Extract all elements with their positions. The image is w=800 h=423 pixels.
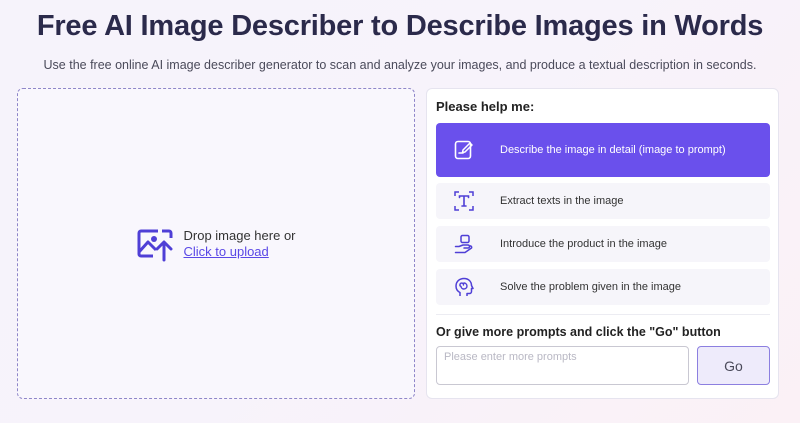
option-label: Introduce the product in the image <box>500 238 667 250</box>
image-upload-icon <box>137 229 172 261</box>
go-button[interactable]: Go <box>697 346 770 385</box>
drop-image-label: Drop image here or <box>183 227 296 243</box>
edit-document-icon <box>454 140 473 160</box>
option-label: Solve the problem given in the image <box>500 281 681 293</box>
panel-heading: Please help me: <box>436 99 535 114</box>
option-describe-image[interactable]: Describe the image in detail (image to p… <box>436 123 770 177</box>
option-label: Extract texts in the image <box>500 195 624 207</box>
option-label: Describe the image in detail (image to p… <box>500 144 726 156</box>
upload-text: Drop image here or Click to upload <box>184 228 296 260</box>
option-extract-text[interactable]: Extract texts in the image <box>436 183 770 219</box>
text-scan-icon <box>454 191 474 211</box>
page-subtitle: Use the free online AI image describer g… <box>43 58 757 72</box>
product-hand-icon <box>454 234 473 254</box>
option-introduce-product[interactable]: Introduce the product in the image <box>436 226 770 262</box>
brain-head-icon <box>455 277 474 296</box>
page-title: Free AI Image Describer to Describe Imag… <box>36 10 764 42</box>
image-drop-zone[interactable]: Drop image here or Click to upload <box>17 88 415 399</box>
options-panel: Please help me: Describe the image in de… <box>426 88 779 399</box>
prompt-heading: Or give more prompts and click the "Go" … <box>436 325 721 339</box>
divider <box>436 314 770 315</box>
click-to-upload-link[interactable]: Click to upload <box>184 244 296 260</box>
prompt-input[interactable] <box>436 346 689 385</box>
option-solve-problem[interactable]: Solve the problem given in the image <box>436 269 770 305</box>
upload-prompt: Drop image here or Click to upload <box>137 226 296 262</box>
